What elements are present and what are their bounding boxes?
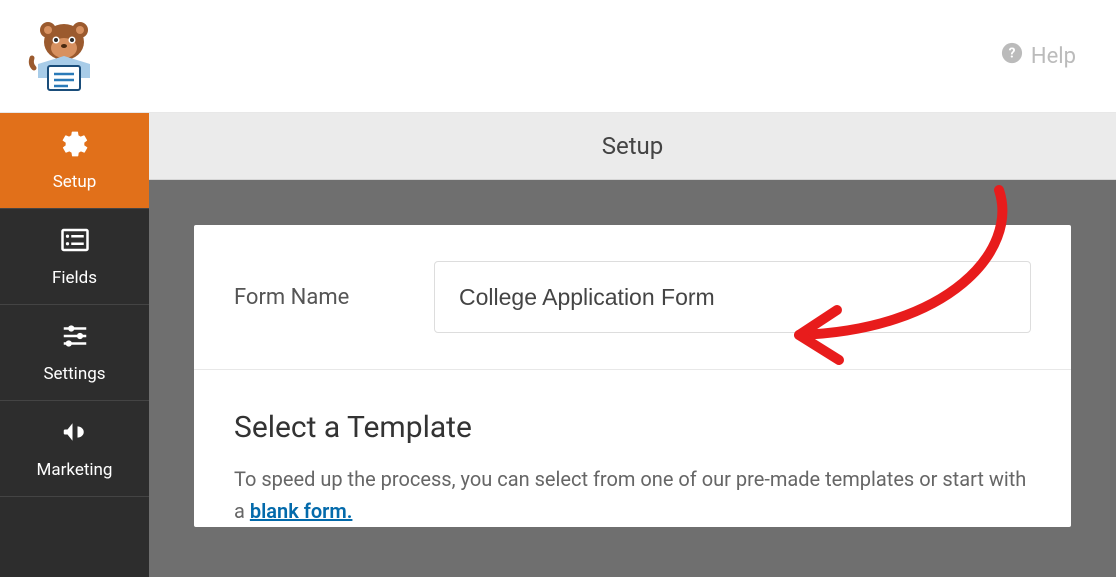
sidebar-item-label: Marketing: [37, 460, 113, 480]
sidebar-item-fields[interactable]: Fields: [0, 209, 149, 305]
wpforms-logo: [24, 16, 104, 96]
megaphone-icon: [60, 417, 90, 452]
help-label: Help: [1031, 44, 1076, 69]
blank-form-link[interactable]: blank form.: [250, 499, 353, 523]
help-link[interactable]: ? Help: [1001, 42, 1076, 70]
sidebar-item-label: Fields: [52, 268, 97, 288]
template-heading: Select a Template: [234, 410, 1031, 445]
sidebar: Setup Fields Settings Marketing: [0, 113, 149, 577]
sidebar-item-label: Setup: [53, 172, 97, 192]
template-desc-text: To speed up the process, you can select …: [234, 467, 1026, 523]
svg-text:?: ?: [1009, 46, 1016, 62]
tab-header: Setup: [149, 113, 1116, 180]
sidebar-item-settings[interactable]: Settings: [0, 305, 149, 401]
form-name-row: Form Name: [194, 225, 1071, 370]
template-description: To speed up the process, you can select …: [234, 463, 1031, 527]
tab-title: Setup: [602, 132, 664, 160]
help-icon: ?: [1001, 42, 1023, 70]
list-icon: [60, 225, 90, 260]
form-name-input[interactable]: [434, 261, 1031, 333]
sidebar-item-label: Settings: [43, 364, 105, 384]
sliders-icon: [60, 321, 90, 356]
gear-icon: [60, 129, 90, 164]
form-name-label: Form Name: [234, 285, 434, 310]
setup-panel: Form Name Select a Template To speed up …: [194, 225, 1071, 527]
sidebar-item-setup[interactable]: Setup: [0, 113, 149, 209]
content-area: Setup Form Name Select a Template To spe…: [149, 113, 1116, 577]
template-section: Select a Template To speed up the proces…: [194, 370, 1071, 527]
sidebar-item-marketing[interactable]: Marketing: [0, 401, 149, 497]
top-bar: ? Help: [0, 0, 1116, 113]
main-area: Setup Fields Settings Marketing Setup: [0, 113, 1116, 577]
